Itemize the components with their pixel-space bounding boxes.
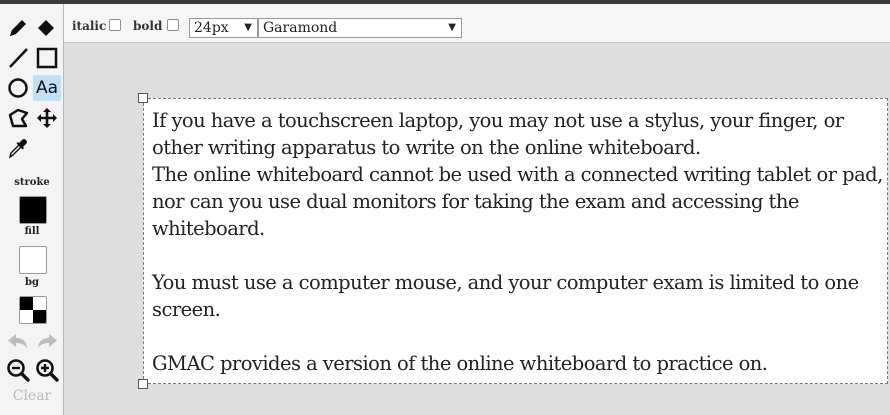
ellipse-icon bbox=[8, 78, 28, 98]
zoom-out-button[interactable] bbox=[5, 357, 31, 383]
text-icon: Aa bbox=[35, 78, 59, 98]
text-line bbox=[152, 242, 887, 269]
bold-label: bold bbox=[133, 19, 163, 33]
undo-icon bbox=[8, 334, 27, 348]
stroke-color-swatch[interactable] bbox=[19, 196, 47, 224]
text-line bbox=[152, 323, 887, 350]
bold-checkbox[interactable] bbox=[167, 19, 179, 31]
font-size-value: 24px bbox=[194, 20, 229, 36]
text-line: other writing apparatus to write on the … bbox=[152, 136, 701, 159]
fill-color-swatch[interactable] bbox=[19, 246, 47, 274]
line-tool[interactable] bbox=[5, 45, 31, 71]
redo-icon bbox=[38, 334, 57, 348]
move-icon bbox=[37, 108, 57, 128]
line-icon bbox=[9, 48, 28, 68]
text-line: whiteboard. bbox=[152, 217, 265, 240]
redo-button[interactable] bbox=[34, 328, 60, 354]
ellipse-tool[interactable] bbox=[5, 75, 31, 101]
text-line: You must use a computer mouse, and your … bbox=[152, 271, 859, 294]
polygon-tool[interactable] bbox=[5, 105, 31, 131]
transparent-checker-icon bbox=[20, 297, 46, 323]
text-box[interactable]: If you have a touchscreen laptop, you ma… bbox=[143, 98, 888, 384]
resize-handle-top-left[interactable] bbox=[138, 93, 148, 103]
fill-label: fill bbox=[24, 226, 40, 237]
move-tool[interactable] bbox=[34, 105, 60, 131]
eraser-tool[interactable] bbox=[33, 15, 59, 41]
text-tool[interactable]: Aa bbox=[33, 75, 61, 101]
chevron-down-icon: ▼ bbox=[244, 22, 252, 33]
font-family-select[interactable]: Garamond ▼ bbox=[258, 18, 462, 38]
chevron-down-icon: ▼ bbox=[448, 22, 456, 33]
text-line: The online whiteboard cannot be used wit… bbox=[152, 163, 883, 186]
resize-handle-bottom-left[interactable] bbox=[138, 379, 148, 389]
bg-color-swatch[interactable] bbox=[19, 296, 47, 324]
italic-label: italic bbox=[72, 19, 107, 33]
eyedropper-icon bbox=[8, 139, 27, 159]
eyedropper-tool[interactable] bbox=[5, 135, 31, 161]
pencil-icon bbox=[10, 20, 26, 36]
zoom-in-icon bbox=[36, 359, 59, 382]
text-options-bar: italic bold 24px ▼ Garamond ▼ bbox=[64, 4, 890, 43]
clear-button[interactable]: Clear bbox=[0, 388, 64, 404]
eraser-icon bbox=[38, 20, 54, 36]
font-family-value: Garamond bbox=[263, 20, 338, 36]
undo-button[interactable] bbox=[5, 328, 31, 354]
zoom-out-icon bbox=[7, 359, 30, 382]
text-line: nor can you use dual monitors for taking… bbox=[152, 190, 799, 213]
text-line: GMAC provides a version of the online wh… bbox=[152, 352, 768, 375]
toolbox: Aa stroke fill bg Clear bbox=[0, 4, 64, 415]
bg-label: bg bbox=[25, 277, 39, 288]
pencil-tool[interactable] bbox=[5, 15, 31, 41]
rectangle-icon bbox=[36, 47, 58, 69]
italic-checkbox[interactable] bbox=[109, 19, 121, 31]
polygon-icon bbox=[8, 108, 29, 128]
text-line: screen. bbox=[152, 298, 221, 321]
rectangle-tool[interactable] bbox=[34, 45, 60, 71]
zoom-in-button[interactable] bbox=[34, 357, 60, 383]
font-size-select[interactable]: 24px ▼ bbox=[189, 18, 258, 38]
stroke-label: stroke bbox=[14, 177, 50, 188]
text-line: If you have a touchscreen laptop, you ma… bbox=[152, 109, 844, 132]
